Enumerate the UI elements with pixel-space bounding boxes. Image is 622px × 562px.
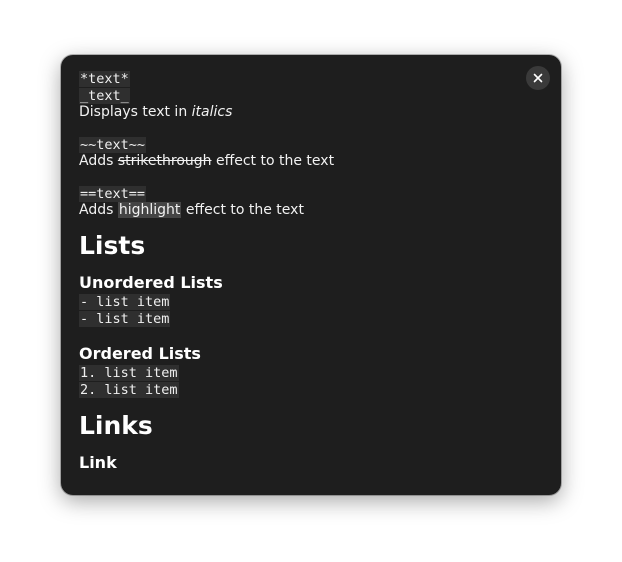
- markdown-help-dialog: *text* _text_ Displays text in italics ~…: [61, 55, 561, 495]
- ordered-list-item: 1. list item: [79, 365, 179, 381]
- help-content: *text* _text_ Displays text in italics ~…: [79, 69, 519, 472]
- highlight-example: highlight: [117, 202, 182, 218]
- strikethrough-example: strikethrough: [117, 153, 212, 169]
- lists-heading: Lists: [79, 231, 146, 260]
- strikethrough-description: Adds strikethrough effect to the text: [79, 153, 335, 169]
- ordered-lists-heading: Ordered Lists: [79, 344, 201, 363]
- highlight-description: Adds highlight effect to the text: [79, 202, 304, 218]
- close-icon: [533, 73, 543, 83]
- strikethrough-syntax: ~~text~~: [79, 137, 147, 153]
- link-heading: Link: [79, 453, 117, 472]
- close-button[interactable]: [526, 66, 550, 90]
- unordered-lists-heading: Unordered Lists: [79, 273, 223, 292]
- links-heading: Links: [79, 411, 153, 440]
- italics-description: Displays text in italics: [79, 104, 233, 120]
- unordered-list-item: - list item: [79, 311, 171, 327]
- italics-example: italics: [191, 104, 233, 120]
- ordered-list-item: 2. list item: [79, 382, 179, 398]
- italics-syntax-1: *text*: [79, 71, 130, 87]
- italics-syntax-2: _text_: [79, 88, 130, 104]
- unordered-list-item: - list item: [79, 294, 171, 310]
- highlight-syntax: ==text==: [79, 186, 147, 202]
